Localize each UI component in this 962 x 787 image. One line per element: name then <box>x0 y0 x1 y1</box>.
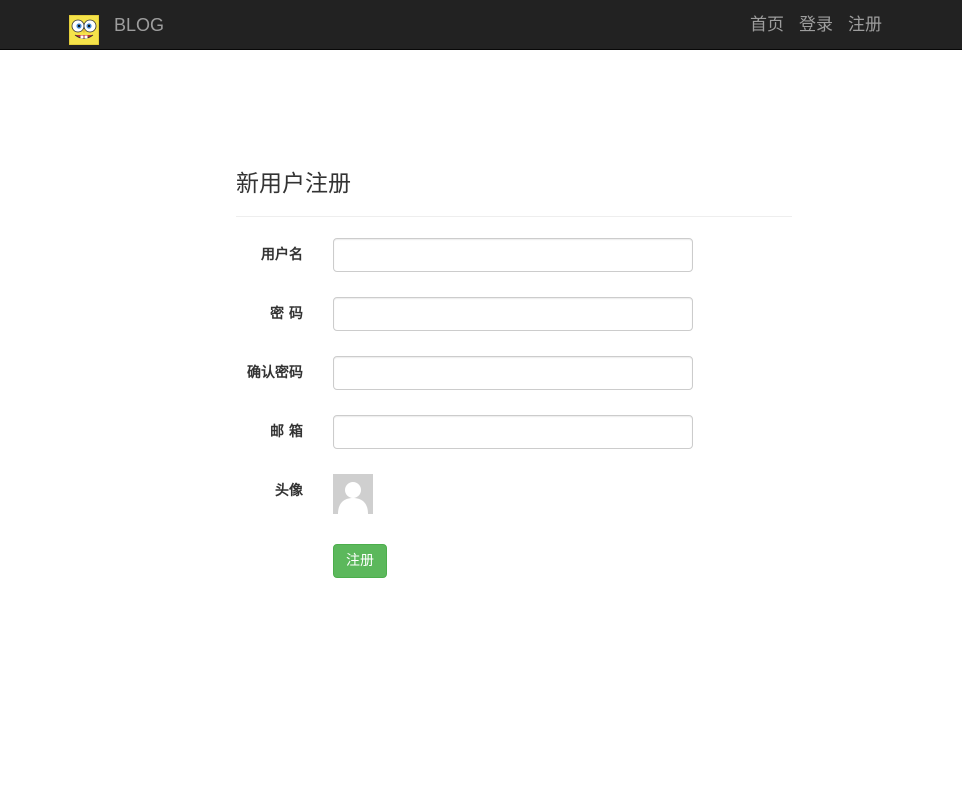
avatar-label: 头像 <box>275 483 303 499</box>
confirm-password-row: 确认密码 <box>236 356 792 390</box>
username-input[interactable] <box>333 238 693 272</box>
page-title: 新用户注册 <box>236 164 792 217</box>
confirm-password-label: 确认密码 <box>247 365 303 381</box>
email-row: 邮 箱 <box>236 415 792 449</box>
top-navbar: BLOG 首页 登录 注册 <box>0 0 962 50</box>
email-input[interactable] <box>333 415 693 449</box>
email-label: 邮 箱 <box>270 424 303 440</box>
confirm-password-input[interactable] <box>333 356 693 390</box>
register-panel: 新用户注册 用户名 密 码 确认密码 邮 箱 头像 注册 <box>236 164 792 578</box>
username-row: 用户名 <box>236 238 792 272</box>
password-label: 密 码 <box>270 306 303 322</box>
nav-link-login[interactable]: 登录 <box>799 13 833 37</box>
password-input[interactable] <box>333 297 693 331</box>
brand-link[interactable]: BLOG <box>114 13 164 37</box>
nav-link-home[interactable]: 首页 <box>750 13 784 37</box>
avatar-row: 头像 <box>236 474 792 514</box>
password-row: 密 码 <box>236 297 792 331</box>
avatar-upload[interactable] <box>333 474 373 514</box>
nav-links: 首页 登录 注册 <box>750 13 882 37</box>
submit-row: 注册 <box>236 544 792 578</box>
nav-link-register[interactable]: 注册 <box>848 13 882 37</box>
register-button[interactable]: 注册 <box>333 544 387 578</box>
username-label: 用户名 <box>261 247 303 263</box>
spongebob-logo-icon[interactable] <box>69 15 99 45</box>
default-avatar-icon <box>333 474 373 514</box>
